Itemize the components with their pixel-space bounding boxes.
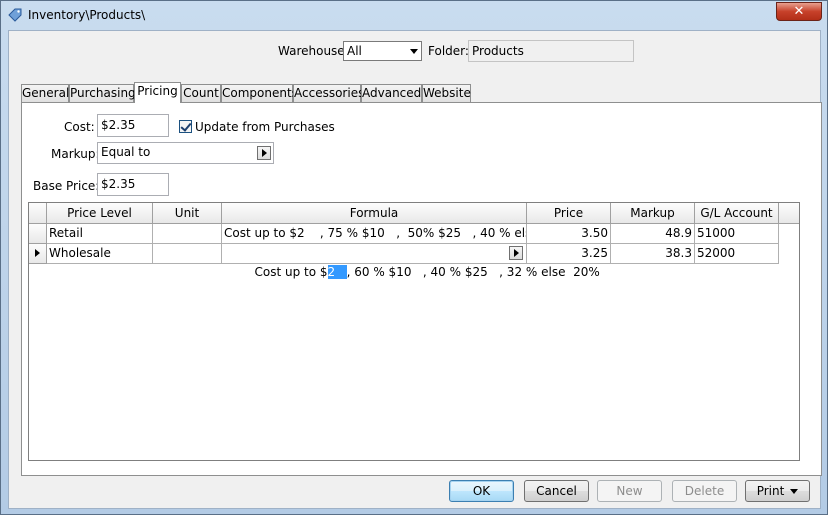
title-bar: Inventory\Products\ ✕ <box>1 1 827 29</box>
tab-general[interactable]: General <box>21 84 69 102</box>
tab-website[interactable]: Website <box>422 84 471 102</box>
cell-price-level[interactable]: Wholesale <box>47 244 153 264</box>
delete-button[interactable]: Delete <box>672 480 737 502</box>
update-from-purchases-checkbox[interactable] <box>179 120 192 133</box>
tag-icon <box>8 8 22 22</box>
col-header-filler <box>779 203 799 224</box>
update-from-purchases-label: Update from Purchases <box>195 120 335 134</box>
markup-field[interactable]: Equal to <box>97 142 274 164</box>
close-button[interactable]: ✕ <box>776 2 822 21</box>
col-header-markup[interactable]: Markup <box>611 203 695 224</box>
window-title: Inventory\Products\ <box>28 8 146 22</box>
chevron-down-icon <box>410 49 418 54</box>
warehouse-select[interactable]: All <box>343 41 422 61</box>
cell-price[interactable]: 3.25 <box>527 244 611 264</box>
formula-text-before: Cost up to $ <box>254 265 328 279</box>
inventory-window: Inventory\Products\ ✕ Warehouse: All Fol… <box>0 0 828 515</box>
cell-formula-editing[interactable]: Cost up to $2 , 60 % $10 , 40 % $25 , 32… <box>222 244 600 279</box>
cell-markup[interactable]: 48.9 <box>611 224 695 244</box>
markup-expand-button[interactable] <box>257 146 271 160</box>
ok-button[interactable]: OK <box>449 480 514 502</box>
tab-components[interactable]: Components <box>221 84 298 102</box>
cell-unit[interactable] <box>153 224 222 244</box>
markup-label: Markup: <box>51 147 100 161</box>
cell-unit[interactable] <box>153 244 222 264</box>
cell-gl-account[interactable]: 52000 <box>695 244 779 264</box>
formula-expand-button[interactable] <box>509 246 523 260</box>
print-button[interactable]: Print <box>745 480 810 502</box>
cancel-button[interactable]: Cancel <box>524 480 589 502</box>
col-header-unit[interactable]: Unit <box>153 203 222 224</box>
tab-purchasing[interactable]: Purchasing <box>69 84 136 102</box>
price-level-grid: Price Level Unit Formula Price Markup G/… <box>28 202 800 461</box>
col-header-price[interactable]: Price <box>527 203 611 224</box>
formula-text-after: , 60 % $10 , 40 % $25 , 32 % else 20% <box>346 265 600 279</box>
warehouse-label: Warehouse: <box>278 44 349 58</box>
warehouse-value: All <box>347 44 362 58</box>
col-header-formula[interactable]: Formula <box>222 203 527 224</box>
base-price-label: Base Price: <box>33 179 100 193</box>
col-header-gl-account[interactable]: G/L Account <box>695 203 779 224</box>
tab-pricing[interactable]: Pricing <box>134 82 181 103</box>
tab-accessories[interactable]: Accessories <box>293 84 364 102</box>
markup-value: Equal to <box>101 145 151 159</box>
base-price-value: $2.35 <box>101 177 136 191</box>
tab-advanced[interactable]: Advanced <box>361 84 422 102</box>
cell-markup[interactable]: 38.3 <box>611 244 695 264</box>
print-label: Print <box>756 484 785 498</box>
folder-field[interactable]: Products <box>468 40 634 62</box>
folder-label: Folder: <box>428 44 469 58</box>
new-button[interactable]: New <box>597 480 662 502</box>
cost-label: Cost: <box>64 120 95 134</box>
tab-count[interactable]: Count <box>181 84 221 102</box>
folder-value: Products <box>472 44 524 58</box>
cell-formula[interactable]: Cost up to $2 , 75 % $10 , 50% $25 , 40 … <box>222 224 527 244</box>
current-row-indicator-icon[interactable] <box>29 244 47 264</box>
chevron-down-icon <box>790 489 799 494</box>
cell-price-level[interactable]: Retail <box>47 224 153 244</box>
col-header-price-level[interactable]: Price Level <box>47 203 153 224</box>
row-selector[interactable] <box>29 224 47 244</box>
cell-gl-account[interactable]: 51000 <box>695 224 779 244</box>
cell-price[interactable]: 3.50 <box>527 224 611 244</box>
formula-selected-text: 2 <box>327 265 347 279</box>
cost-field[interactable]: $2.35 <box>97 114 169 137</box>
base-price-field[interactable]: $2.35 <box>97 173 169 196</box>
cost-value: $2.35 <box>101 118 136 132</box>
grid-corner <box>29 203 47 224</box>
